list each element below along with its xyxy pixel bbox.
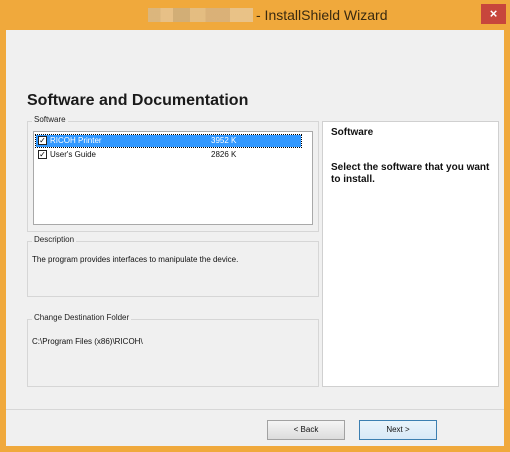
- close-icon: ×: [489, 6, 498, 21]
- next-button[interactable]: Next >: [359, 420, 437, 440]
- wizard-body: Software and Documentation Software ✓ RI…: [6, 30, 504, 446]
- installer-window: - InstallShield Wizard × Software and Do…: [0, 0, 510, 452]
- software-group: Software ✓ RICOH Printer 3952 K ✓ User's…: [27, 115, 319, 232]
- software-list[interactable]: ✓ RICOH Printer 3952 K ✓ User's Guide 28…: [33, 131, 313, 225]
- checkbox-users-guide[interactable]: ✓: [38, 150, 47, 159]
- info-title: Software: [331, 127, 374, 138]
- close-button[interactable]: ×: [481, 4, 506, 24]
- description-group-label: Description: [32, 235, 77, 244]
- back-button[interactable]: < Back: [267, 420, 345, 440]
- item-size: 3952 K: [211, 136, 237, 145]
- description-text: The program provides interfaces to manip…: [32, 255, 239, 264]
- destination-group: Change Destination Folder C:\Program Fil…: [27, 313, 319, 387]
- redacted-app-name: [148, 8, 253, 22]
- header-area: [6, 30, 504, 92]
- info-panel: Software Select the software that you wa…: [322, 121, 499, 387]
- destination-group-label: Change Destination Folder: [32, 313, 132, 322]
- page-title: Software and Documentation: [27, 92, 249, 109]
- destination-path: C:\Program Files (x86)\RICOH\: [32, 337, 143, 346]
- info-body: Select the software that you want to ins…: [331, 162, 490, 185]
- list-item[interactable]: ✓ RICOH Printer 3952 K: [35, 134, 302, 148]
- window-title: - InstallShield Wizard: [256, 7, 388, 23]
- software-group-label: Software: [32, 115, 68, 124]
- list-item[interactable]: ✓ User's Guide 2826 K: [36, 149, 301, 161]
- description-group: Description The program provides interfa…: [27, 235, 319, 297]
- item-name: User's Guide: [50, 150, 96, 159]
- checkbox-ricoh-printer[interactable]: ✓: [38, 136, 47, 145]
- title-bar[interactable]: - InstallShield Wizard ×: [0, 0, 510, 30]
- footer-divider: [6, 409, 504, 410]
- item-size: 2826 K: [211, 150, 237, 159]
- item-name: RICOH Printer: [50, 136, 102, 145]
